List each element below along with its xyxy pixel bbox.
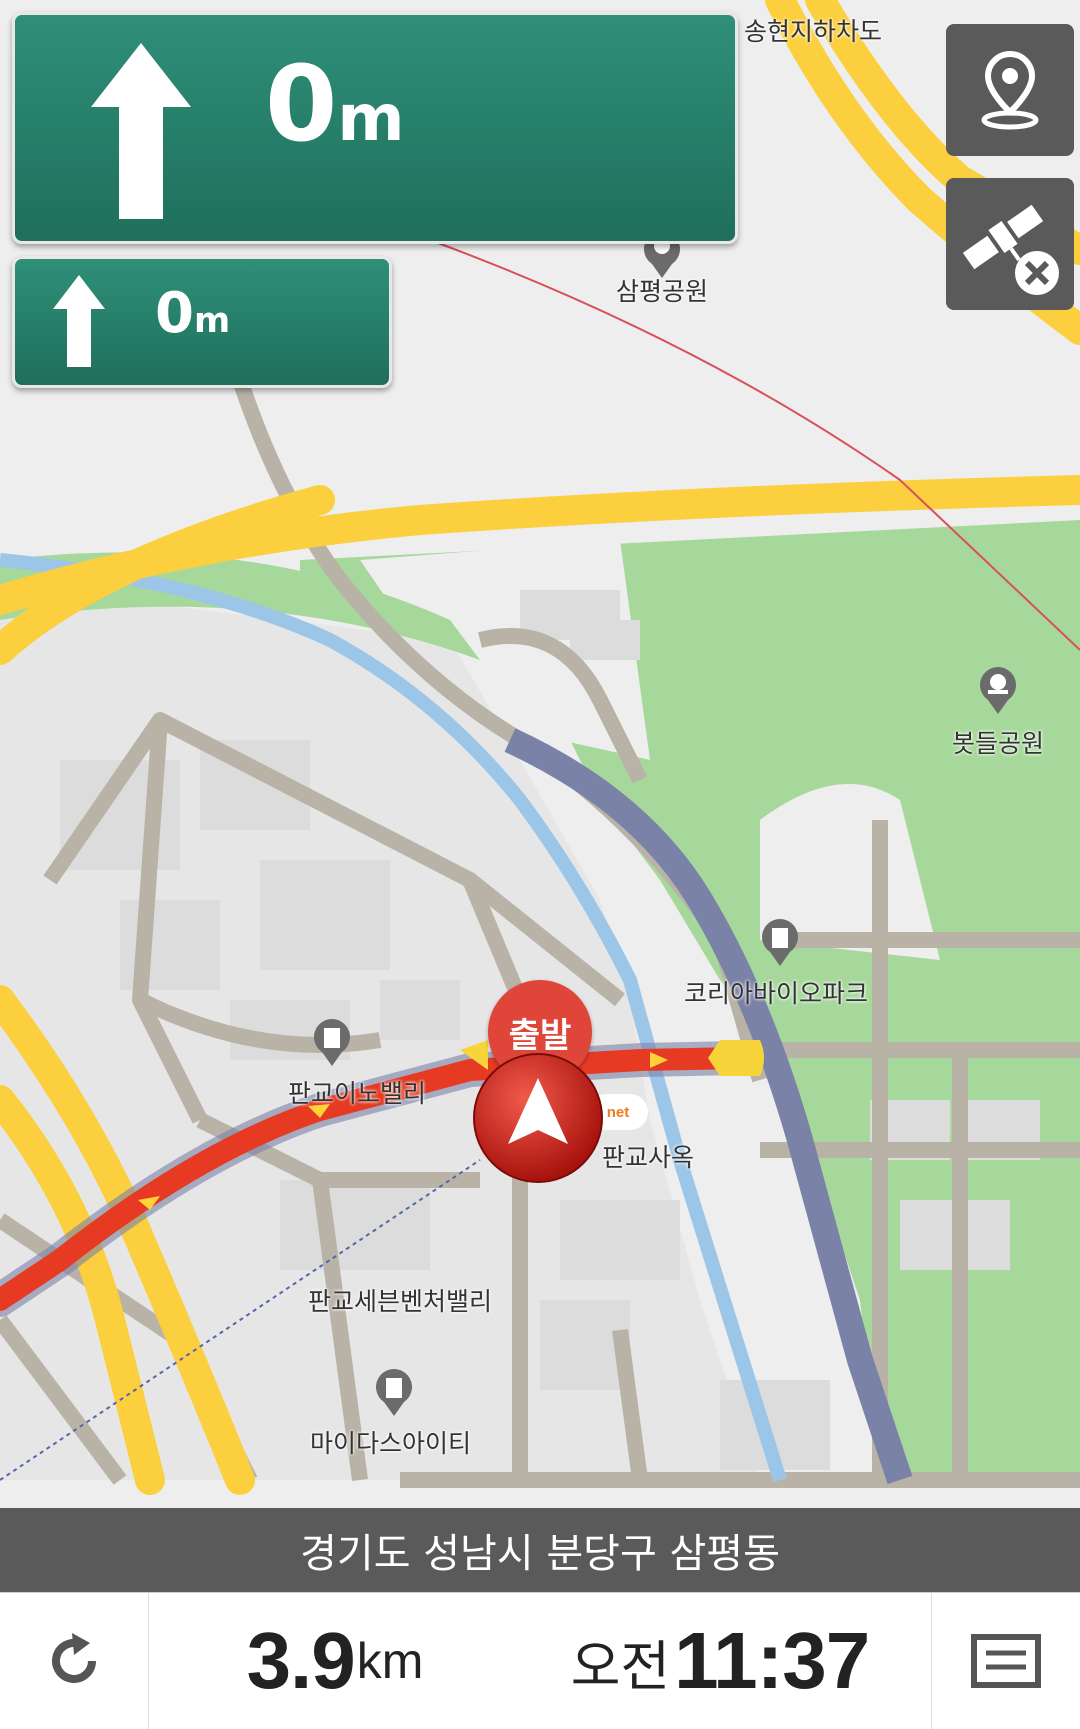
bottom-bar: 3.9 km 오전 11:37 bbox=[0, 1592, 1080, 1729]
poi-label-sampyeong-park[interactable]: 삼평공원 bbox=[616, 272, 708, 308]
poi-label-korea-biopark[interactable]: 코리아바이오파크 bbox=[684, 974, 868, 1010]
logo-text: net bbox=[606, 1103, 630, 1121]
park-pin-icon bbox=[980, 667, 1016, 714]
next-distance: 0m bbox=[155, 281, 231, 346]
poi-label-mydas-it[interactable]: 마이다스아이티 bbox=[310, 1424, 471, 1460]
building-pin-icon bbox=[376, 1369, 412, 1416]
refresh-icon bbox=[52, 1633, 96, 1683]
arrow-up-icon bbox=[53, 275, 105, 367]
remaining-distance: 3.9 km bbox=[150, 1593, 520, 1729]
arrival-time: 오전 11:37 bbox=[520, 1593, 920, 1729]
poi-label-bosdeul-park[interactable]: 봇들공원 bbox=[952, 724, 1044, 760]
menu-button[interactable] bbox=[931, 1593, 1080, 1729]
time-value: 11:37 bbox=[674, 1616, 870, 1705]
turn-guidance-main: 0m bbox=[12, 12, 738, 244]
satellite-off-icon bbox=[962, 204, 1059, 295]
building-pin-icon bbox=[762, 919, 798, 966]
poi-label-pangyo-innovalley[interactable]: 판교이노밸리 bbox=[288, 1074, 426, 1110]
building-pin-icon bbox=[314, 1019, 350, 1066]
region-address: 경기도 성남시 분당구 삼평동 bbox=[300, 1531, 780, 1577]
distance-value: 3.9 bbox=[246, 1616, 356, 1705]
current-position-icon bbox=[473, 1053, 603, 1183]
region-address-bar: 경기도 성남시 분당구 삼평동 bbox=[0, 1508, 1080, 1592]
arrow-up-icon bbox=[91, 43, 191, 219]
time-ampm: 오전 bbox=[570, 1634, 671, 1698]
menu-icon bbox=[971, 1634, 1041, 1688]
poi-label-pangyo-seven-venture[interactable]: 판교세븐벤처밸리 bbox=[308, 1282, 492, 1318]
location-pin-icon bbox=[981, 50, 1039, 130]
location-button[interactable] bbox=[946, 24, 1074, 156]
poi-label-songhyeon-underpass[interactable]: 송현지하차도 bbox=[744, 12, 882, 48]
gps-status-button[interactable] bbox=[946, 178, 1074, 310]
refresh-button[interactable] bbox=[0, 1593, 149, 1729]
turn-guidance-next: 0m bbox=[12, 256, 392, 388]
main-distance: 0m bbox=[265, 43, 405, 165]
poi-label-pangyo-office[interactable]: 판교사옥 bbox=[602, 1138, 694, 1174]
distance-unit: km bbox=[356, 1633, 424, 1689]
